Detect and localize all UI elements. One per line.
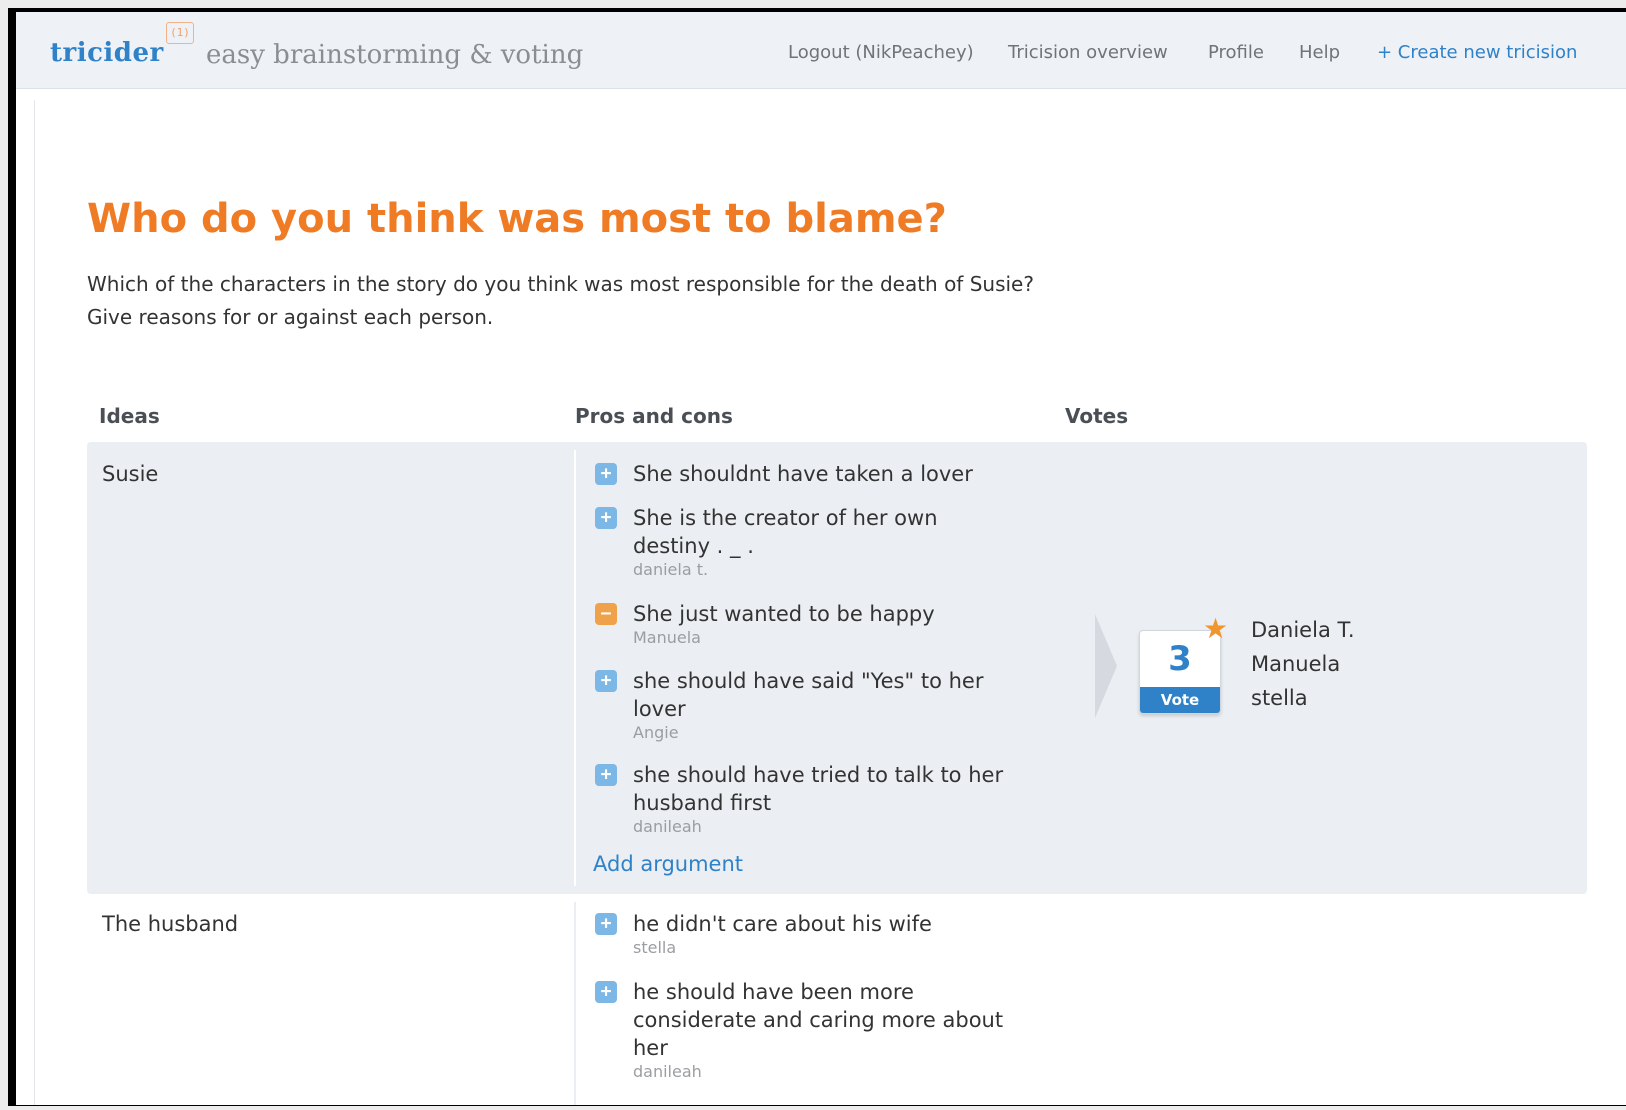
description-line-1: Which of the characters in the story do …	[87, 272, 1034, 296]
plus-icon: +	[595, 463, 617, 485]
argument-item: + he didn't care about his wife stella	[595, 910, 1055, 958]
browser-window: tricider (1) easy brainstorming & voting…	[16, 12, 1626, 1105]
argument-item: + he should have been more considerate a…	[595, 978, 1055, 1082]
argument-text: She shouldnt have taken a lover	[633, 462, 973, 486]
argument-item: − She just wanted to be happy Manuela	[595, 600, 1055, 648]
nav-profile-link[interactable]: Profile	[1208, 42, 1264, 63]
nav-help-link[interactable]: Help	[1299, 42, 1340, 63]
tricider-logo[interactable]: tricider	[50, 38, 164, 68]
argument-item: + she should have said "Yes" to her love…	[595, 667, 1055, 743]
argument-text: She just wanted to be happy	[633, 602, 935, 626]
column-divider	[574, 902, 576, 1105]
minus-icon: −	[595, 603, 617, 625]
idea-name[interactable]: Susie	[102, 462, 158, 486]
nav-create-tricision-link[interactable]: + Create new tricision	[1377, 42, 1577, 63]
star-icon: ★	[1203, 612, 1229, 645]
description-line-2: Give reasons for or against each person.	[87, 305, 494, 329]
plus-icon: +	[595, 981, 617, 1003]
plus-icon: +	[595, 670, 617, 692]
argument-author: stella	[633, 938, 677, 957]
question-description: Which of the characters in the story do …	[87, 268, 1237, 334]
vote-arrow-decoration	[1095, 614, 1117, 718]
plus-icon: +	[595, 913, 617, 935]
idea-name[interactable]: The husband	[102, 912, 238, 936]
argument-text: he didn't care about his wife	[633, 912, 932, 936]
nav-logout-link[interactable]: Logout (NikPeachey)	[788, 42, 974, 63]
vote-count: 3	[1168, 639, 1192, 679]
column-header-pros-cons: Pros and cons	[575, 404, 733, 428]
logo-badge: (1)	[166, 22, 194, 44]
site-tagline: easy brainstorming & voting	[206, 40, 584, 70]
nav-tricision-overview-link[interactable]: Tricision overview	[1008, 42, 1168, 63]
plus-icon: +	[595, 507, 617, 529]
argument-author: Manuela	[633, 628, 701, 647]
argument-author: danileah	[633, 1062, 702, 1081]
argument-text: she should have said "Yes" to her lover	[633, 669, 984, 721]
argument-text: he should have been more considerate and…	[633, 980, 1004, 1060]
voter-name: stella	[1251, 686, 1308, 710]
column-header-votes: Votes	[1065, 404, 1129, 428]
argument-item: + She shouldnt have taken a lover	[595, 460, 1055, 488]
argument-author: danileah	[633, 817, 702, 836]
argument-text: She is the creator of her own destiny . …	[633, 506, 938, 558]
argument-author: Angie	[633, 723, 679, 742]
voter-name: Manuela	[1251, 652, 1341, 676]
voter-name: Daniela T.	[1251, 618, 1355, 642]
idea-row-susie: Susie + She shouldnt have taken a lover …	[87, 442, 1587, 894]
top-navigation-bar: tricider (1) easy brainstorming & voting…	[16, 12, 1626, 89]
plus-icon: +	[595, 764, 617, 786]
argument-item: + she should have tried to talk to her h…	[595, 761, 1055, 837]
idea-row-the-husband: The husband + he didn't care about his w…	[87, 894, 1587, 1105]
page-title: Who do you think was most to blame?	[87, 196, 947, 242]
tricision-content-panel: Who do you think was most to blame? Whic…	[34, 100, 1626, 1105]
column-divider	[574, 450, 576, 886]
argument-author: daniela t.	[633, 560, 709, 579]
column-header-ideas: Ideas	[99, 404, 160, 428]
vote-button-label[interactable]: Vote	[1140, 687, 1220, 713]
argument-item: + She is the creator of her own destiny …	[595, 504, 1055, 580]
add-argument-link[interactable]: Add argument	[593, 852, 743, 876]
argument-text: she should have tried to talk to her hus…	[633, 763, 1004, 815]
